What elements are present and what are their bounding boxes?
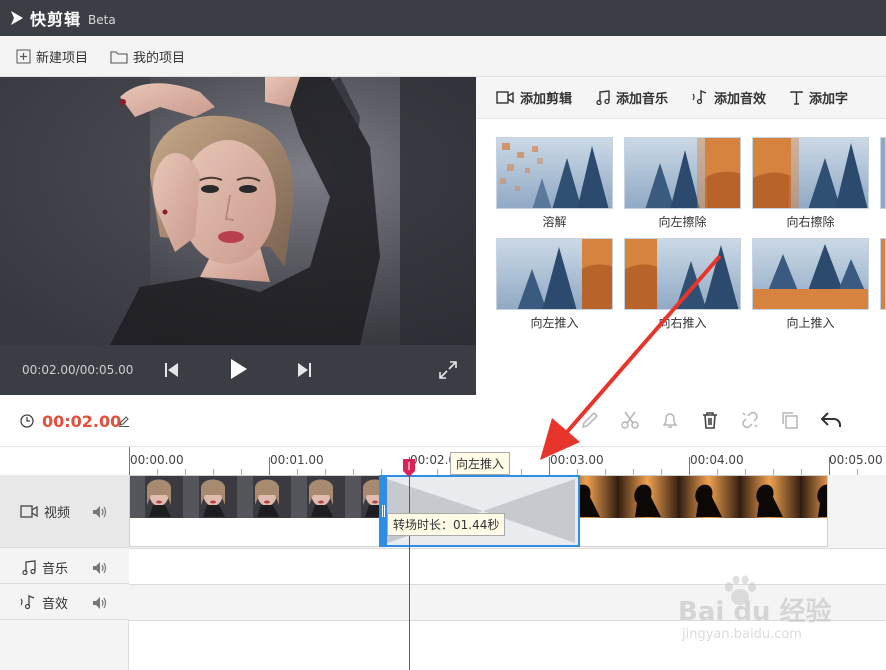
playback-time: 00:02.00/00:05.00 <box>22 363 134 377</box>
my-projects-label: 我的项目 <box>133 50 186 66</box>
music-note-icon <box>596 90 610 105</box>
timeline-toolbar: 00:02.00 <box>0 395 886 447</box>
player-controls: 00:02.00/00:05.00 <box>0 345 476 395</box>
transition-dissolve-label: 溶解 <box>542 215 567 229</box>
music-track-name: 音乐 <box>42 562 69 577</box>
sound-effect-icon <box>20 595 35 610</box>
tab-add-music[interactable]: 添加音乐 <box>596 88 668 107</box>
sfx-track-label: 音效 <box>0 593 129 612</box>
tab-add-sfx[interactable]: 添加音效 <box>692 88 766 107</box>
title-bar: 快剪辑 Beta <box>0 0 886 36</box>
playhead-handle[interactable] <box>403 459 415 477</box>
unlink-icon[interactable] <box>740 410 760 430</box>
tab-add-clip-label: 添加剪辑 <box>520 92 573 107</box>
transition-wipe-right-thumb[interactable] <box>752 137 869 209</box>
video-clip-1 <box>130 476 380 518</box>
volume-icon[interactable] <box>92 505 108 519</box>
previous-frame-icon[interactable] <box>165 362 179 378</box>
current-time: 00:02.00 <box>42 412 122 431</box>
sound-effect-icon <box>692 90 707 105</box>
video-clip-2 <box>579 476 827 518</box>
tab-add-text[interactable]: 添加字 <box>790 88 848 107</box>
app-logo-icon <box>11 11 23 25</box>
video-preview[interactable] <box>0 77 476 345</box>
beta-badge: Beta <box>88 12 116 27</box>
transition-push-up-thumb[interactable] <box>752 238 869 310</box>
transition-name-tooltip: 向左推入 <box>450 452 511 475</box>
sfx-track-name: 音效 <box>42 597 69 612</box>
video-track-label: 视频 <box>0 502 129 521</box>
preview-frame-image <box>0 77 476 345</box>
volume-icon[interactable] <box>92 561 108 575</box>
music-note-icon <box>22 560 36 575</box>
fullscreen-icon[interactable] <box>439 361 457 379</box>
transition-more-thumb[interactable] <box>880 137 886 209</box>
clock-icon <box>20 414 34 428</box>
app-name: 快剪辑 <box>30 10 82 29</box>
transition-duration-tooltip: 转场时长：01.44秒 <box>387 513 506 536</box>
transition-more-thumb-2[interactable] <box>880 238 886 310</box>
ruler-label: 00:00.00 <box>130 453 184 467</box>
watermark-url: jingyan.baidu.com <box>682 627 802 642</box>
watermark: Bai du 经验 jingyan.baidu.com <box>672 575 882 647</box>
folder-icon <box>110 50 128 64</box>
music-track-label: 音乐 <box>0 558 129 577</box>
annotation-arrow <box>540 254 722 460</box>
plus-square-icon <box>16 49 31 63</box>
transition-push-up-label: 向上推入 <box>786 316 835 330</box>
new-project-button[interactable]: 新建项目 <box>16 47 88 66</box>
transition-dissolve-thumb[interactable] <box>496 137 613 209</box>
my-projects-button[interactable]: 我的项目 <box>110 47 185 66</box>
menu-bar: 新建项目 我的项目 <box>0 36 886 77</box>
copy-icon[interactable] <box>780 410 800 430</box>
ruler-label: 00:05.00 <box>829 453 883 467</box>
video-track-name: 视频 <box>44 506 71 521</box>
tab-add-clip[interactable]: 添加剪辑 <box>496 88 572 107</box>
tab-add-sfx-label: 添加音效 <box>714 92 767 107</box>
track-labels: 视频 音乐 音效 <box>0 475 129 670</box>
ruler-label: 00:01.00 <box>270 453 324 467</box>
play-icon[interactable] <box>230 358 248 380</box>
tab-add-music-label: 添加音乐 <box>616 92 669 107</box>
next-frame-icon[interactable] <box>297 362 311 378</box>
edit-time-icon[interactable] <box>118 415 130 427</box>
video-camera-icon <box>20 505 38 518</box>
transition-wipe-left-thumb[interactable] <box>624 137 741 209</box>
tab-add-text-label: 添加字 <box>809 92 849 107</box>
undo-icon[interactable] <box>820 410 842 430</box>
transition-wipe-right-label: 向右擦除 <box>786 215 835 229</box>
video-camera-icon <box>496 91 514 104</box>
transition-wipe-left-label: 向左擦除 <box>658 215 707 229</box>
text-icon <box>790 90 803 105</box>
volume-icon[interactable] <box>92 596 108 610</box>
effects-tabs: 添加剪辑 添加音乐 添加音效 添加字 <box>476 77 886 119</box>
watermark-brand: Bai du 经验 <box>678 597 832 627</box>
new-project-label: 新建项目 <box>36 50 89 66</box>
